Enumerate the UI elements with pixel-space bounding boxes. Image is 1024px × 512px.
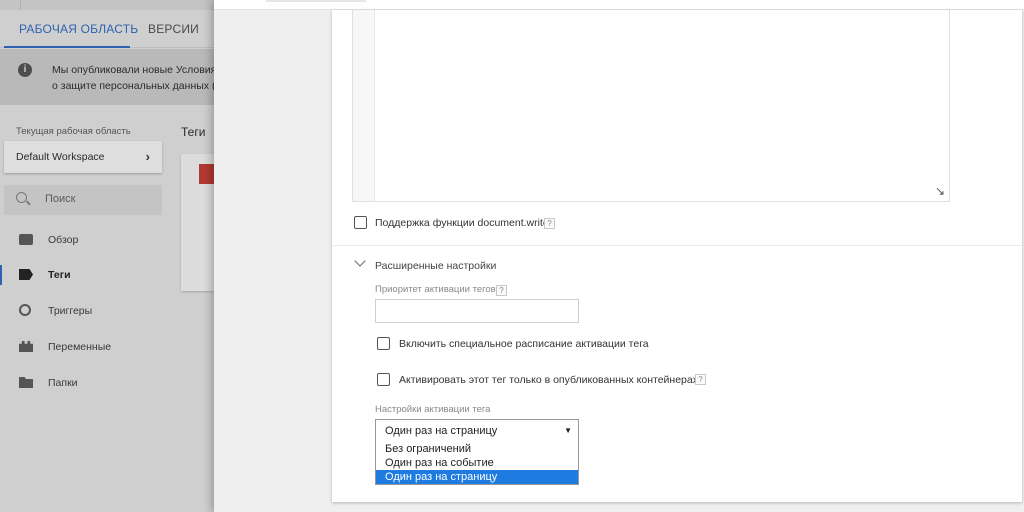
chevron-down-icon[interactable] [354, 255, 366, 267]
document-write-label: Поддержка функции document.write [375, 217, 549, 229]
priority-input[interactable] [375, 299, 579, 323]
sidebar-item-label: Обзор [48, 234, 79, 246]
tag-config-card: ↘ Поддержка функции document.write ? Рас… [332, 10, 1022, 502]
firing-options-select[interactable]: Один раз на страницу ▼ [375, 419, 579, 443]
sidebar-item-label: Теги [48, 269, 71, 281]
tab-workspace[interactable]: РАБОЧАЯ ОБЛАСТЬ [19, 22, 138, 36]
policy-notice: i Мы опубликовали новые Условия с о защи… [0, 49, 227, 105]
firing-options-value: Один раз на страницу [385, 425, 498, 437]
search-icon [16, 192, 27, 203]
panel-top-bar [214, 0, 1024, 10]
workspace-name: Default Workspace [16, 151, 105, 163]
sidebar-item-tags[interactable]: Теги [0, 261, 170, 289]
folder-icon [19, 377, 33, 388]
dropdown-option-once-per-event[interactable]: Один раз на событие [376, 456, 578, 470]
sidebar-item-folders[interactable]: Папки [0, 369, 170, 397]
html-code-editor[interactable]: ↘ [352, 10, 950, 202]
help-icon[interactable]: ? [544, 218, 555, 229]
notice-line-1: Мы опубликовали новые Условия с [52, 64, 225, 76]
sidebar-search[interactable]: Поиск [4, 185, 162, 215]
top-bar-separator [20, 0, 21, 10]
workspace-caption: Текущая рабочая область [16, 126, 131, 137]
tag-icon [19, 269, 33, 280]
section-divider [332, 245, 1022, 246]
sidebar-item-label: Триггеры [48, 305, 93, 317]
help-icon[interactable]: ? [496, 285, 507, 296]
dropdown-option-once-per-page[interactable]: Один раз на страницу [376, 470, 578, 484]
chevron-right-icon: › [145, 149, 150, 164]
sidebar-item-variables[interactable]: Переменные [0, 333, 170, 361]
advanced-settings-toggle[interactable]: Расширенные настройки [375, 260, 496, 272]
sidebar-item-label: Переменные [48, 341, 112, 353]
variables-icon [19, 341, 33, 352]
resize-handle-icon[interactable]: ↘ [935, 184, 945, 198]
sidebar-item-overview[interactable]: Обзор [0, 226, 170, 254]
editor-gutter [353, 10, 375, 201]
tag-config-panel: ↘ Поддержка функции document.write ? Рас… [214, 0, 1024, 512]
firing-options-label: Настройки активации тега [375, 404, 491, 415]
schedule-label: Включить специальное расписание активаци… [399, 338, 649, 350]
firing-options-dropdown: Без ограничений Один раз на событие Один… [375, 442, 579, 485]
workspace-tabs: РАБОЧАЯ ОБЛАСТЬ ВЕРСИИ [0, 10, 214, 48]
search-placeholder: Поиск [45, 193, 76, 205]
active-nav-indicator [0, 265, 2, 285]
schedule-checkbox[interactable] [377, 337, 390, 350]
panel-title-stub [266, 0, 366, 2]
document-write-checkbox[interactable] [354, 216, 367, 229]
dropdown-arrow-icon: ▼ [564, 426, 572, 435]
overview-icon [19, 234, 33, 245]
notice-line-2: о защите персональных данных (GI [52, 80, 227, 92]
info-icon: i [18, 63, 32, 77]
workspace-selector[interactable]: Default Workspace › [4, 141, 162, 173]
page-title: Теги [181, 125, 206, 139]
sidebar-item-triggers[interactable]: Триггеры [0, 297, 170, 325]
published-only-checkbox[interactable] [377, 373, 390, 386]
trigger-icon [19, 304, 31, 316]
active-tab-indicator [4, 46, 130, 48]
published-only-label: Активировать этот тег только в опубликов… [399, 374, 701, 386]
dropdown-option-unlimited[interactable]: Без ограничений [376, 442, 578, 456]
help-icon[interactable]: ? [695, 374, 706, 385]
tab-versions[interactable]: ВЕРСИИ [148, 22, 199, 36]
sidebar-item-label: Папки [48, 377, 78, 389]
priority-label: Приоритет активации тегов [375, 284, 496, 295]
